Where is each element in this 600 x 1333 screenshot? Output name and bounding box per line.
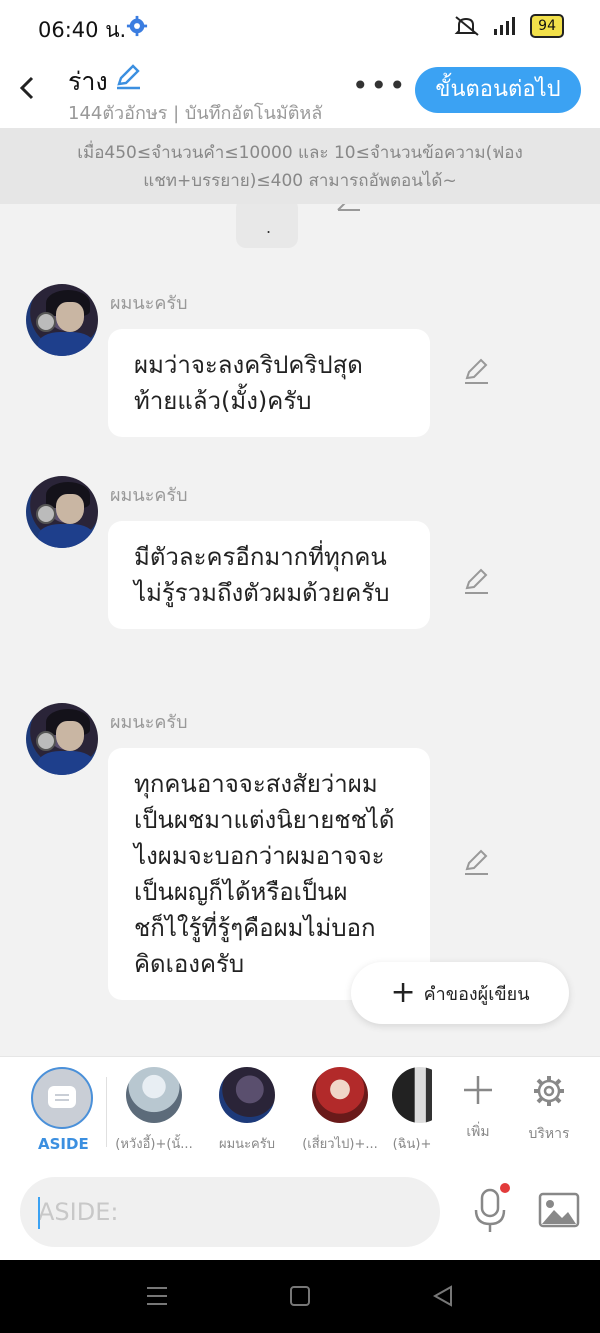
word-count-autosave: 144ตัวอักษร | บันทึกอัตโนมัติหลั [68,103,323,124]
edit-pencil-icon[interactable] [462,849,490,877]
publish-requirement-notice: เมื่อ450≤จำนวนคำ≤10000 และ 10≤จำนวนข้อคว… [0,128,600,204]
aside-role-button[interactable] [31,1067,93,1129]
character-avatar [392,1067,432,1123]
edit-title-pencil-icon[interactable] [114,62,142,90]
speaker-avatar[interactable] [26,476,98,548]
author-note-button[interactable]: + คำของผู้เขียน [351,962,569,1024]
speaker-name: ผมนะครับ [110,712,188,733]
edit-pencil-icon[interactable] [462,568,490,596]
draft-title: ร่าง [68,67,108,96]
character-item[interactable]: (ฉิน)+ [392,1067,432,1154]
compose-bar: ASIDE: [0,1166,600,1260]
edit-pencil-icon[interactable] [462,358,490,386]
character-selector: ASIDE (หวังอี้)+(นั้... ผมนะครับ (เสี่ยว… [0,1056,600,1167]
character-item[interactable]: ผมนะครับ [197,1067,297,1154]
character-label: (ฉิน)+ [392,1137,432,1152]
character-label: (เสี่ยวไป)+... [302,1137,378,1152]
add-character-label: เพิ่ม [466,1124,490,1140]
speaker-avatar[interactable] [26,284,98,356]
mute-icon [454,16,479,36]
back-arrow-icon[interactable] [14,74,42,102]
aside-role-label: ASIDE [38,1135,89,1153]
plus-icon [464,1076,492,1104]
author-note-label: คำของผู้เขียน [423,983,530,1005]
character-avatar [219,1067,275,1123]
character-item[interactable]: (หวังอี้)+(นั้... [104,1067,204,1154]
character-label: (หวังอี้)+(นั้... [115,1137,193,1152]
gear-icon [126,15,148,37]
chat-area[interactable]: . ผมนะครับ ผมว่าจะลงคริปคริปสุดท้ายแล้ว(… [0,204,600,1054]
next-step-button[interactable]: ขั้นตอนต่อไป [415,67,581,113]
more-options-icon[interactable]: ••• [352,72,408,100]
menu-icon[interactable] [146,1284,168,1308]
notice-line-2: แชท+บรรยาย)≤400 สามารถอัพตอนได้~ [143,171,457,191]
character-item[interactable]: (เสี่ยวไป)+... [290,1067,390,1154]
edit-pencil-icon[interactable] [336,204,362,212]
manage-characters-button[interactable]: บริหาร [519,1073,579,1145]
editor-header: ร่าง 144ตัวอักษร | บันทึกอัตโนมัติหลั ••… [0,52,600,128]
system-nav-bar [0,1260,600,1333]
image-icon[interactable] [538,1192,580,1228]
notice-line-1: เมื่อ450≤จำนวนคำ≤10000 และ 10≤จำนวนข้อคว… [77,143,523,163]
speaker-name: ผมนะครับ [110,485,188,506]
partial-message-text: . [266,218,272,237]
message-bubble[interactable]: มีตัวละครอีกมากที่ทุกคนไม่รู้รวมถึงตัวผม… [108,521,430,629]
message-bubble[interactable]: ผมว่าจะลงคริปคริปสุดท้ายแล้ว(มั้ง)ครับ [108,329,430,437]
text-cursor [38,1197,40,1229]
home-icon[interactable] [289,1284,311,1308]
status-time: 06:40 น. [38,18,127,42]
recording-badge [500,1183,510,1193]
manage-characters-label: บริหาร [528,1126,570,1142]
plus-icon: + [390,975,416,1010]
speaker-avatar[interactable] [26,703,98,775]
speaker-name: ผมนะครับ [110,293,188,314]
back-icon[interactable] [432,1284,454,1308]
character-avatar [312,1067,368,1123]
status-bar: 06:40 น. 94 [0,0,600,52]
battery-indicator: 94 [530,14,564,38]
character-avatar [126,1067,182,1123]
signal-icon [494,17,516,35]
narration-icon [48,1086,76,1108]
character-label: ผมนะครับ [219,1137,275,1152]
message-input[interactable]: ASIDE: [20,1177,440,1247]
gear-icon [534,1076,564,1106]
add-character-button[interactable]: เพิ่ม [448,1073,508,1143]
microphone-icon[interactable] [470,1186,510,1236]
